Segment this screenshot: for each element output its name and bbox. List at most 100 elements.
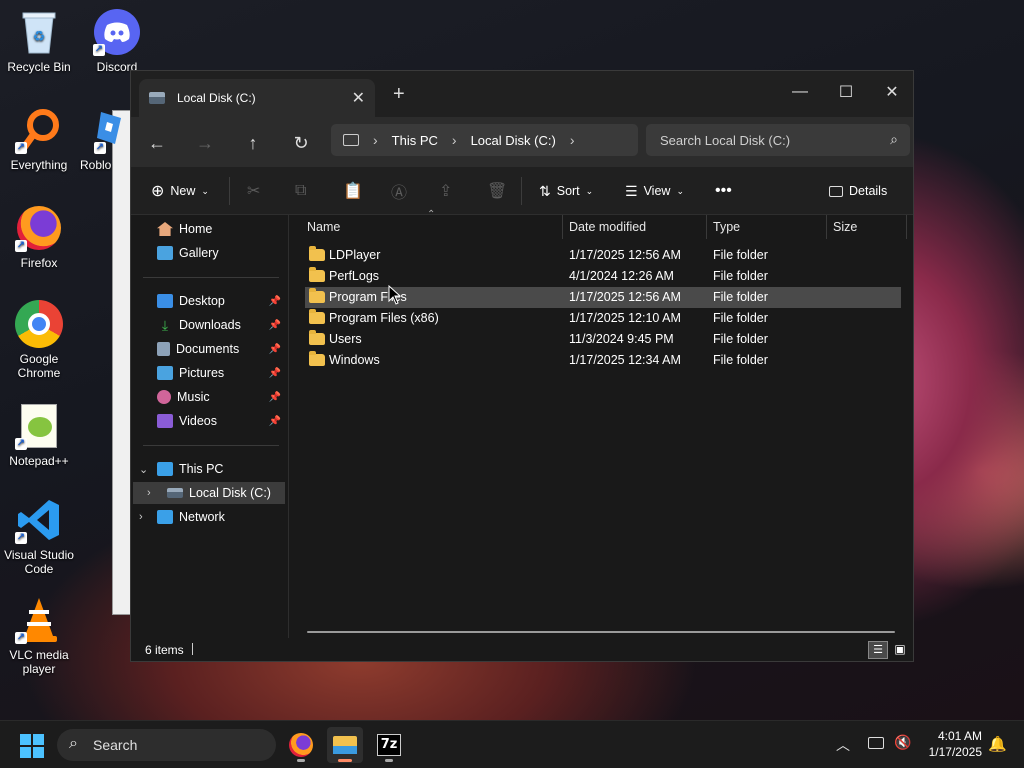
desktop-icon-discord[interactable]: ↗ Discord [77, 8, 157, 74]
network-monitor-icon[interactable] [868, 737, 884, 749]
sidebar-item-documents[interactable]: Documents 📌 [131, 338, 287, 360]
search-input[interactable]: Search Local Disk (C:) ⌕ [646, 124, 910, 156]
notification-bell-icon[interactable]: 🔔 [988, 735, 1007, 753]
file-date: 1/17/2025 12:34 AM [569, 353, 681, 367]
details-view-icon[interactable]: ☰ [868, 641, 888, 659]
chevron-down-icon: ⌄ [201, 185, 209, 196]
file-date: 1/17/2025 12:56 AM [569, 290, 681, 304]
column-divider[interactable] [906, 215, 907, 239]
column-header-date[interactable]: Date modified [569, 215, 646, 239]
column-divider[interactable] [706, 215, 707, 239]
pin-icon[interactable]: 📌 [269, 368, 281, 379]
table-row[interactable]: Program Files 1/17/2025 12:56 AM File fo… [305, 285, 901, 308]
chevron-right-icon[interactable]: › [570, 132, 575, 148]
sidebar-item-this-pc[interactable]: ⌄ This PC [131, 458, 287, 480]
back-arrow-icon[interactable]: ← [145, 131, 169, 155]
pin-icon[interactable]: 📌 [269, 392, 281, 403]
pictures-icon [157, 366, 173, 380]
windows-logo-icon [20, 747, 31, 758]
taskbar-app-7zip[interactable]: 7z [371, 727, 407, 763]
column-header-type[interactable]: Type [713, 215, 740, 239]
chevron-down-icon[interactable]: ⌄ [139, 463, 148, 476]
running-indicator [385, 759, 393, 762]
sidebar-item-network[interactable]: › Network [131, 506, 287, 528]
up-arrow-icon[interactable]: ↑ [241, 131, 265, 155]
desktop-icon-chrome[interactable]: Google Chrome [0, 300, 79, 380]
clock-date: 1/17/2025 [928, 745, 982, 759]
desktop-icon-recycle-bin[interactable]: ♻ Recycle Bin [0, 8, 79, 74]
new-button[interactable]: ⊕ New ⌄ [151, 179, 209, 203]
volume-muted-icon[interactable]: 🔇 [894, 734, 911, 751]
folder-icon [309, 351, 325, 366]
close-window-button[interactable]: ✕ [869, 77, 913, 107]
sidebar-item-desktop[interactable]: Desktop 📌 [131, 290, 287, 312]
pin-icon[interactable]: 📌 [269, 344, 281, 355]
column-divider[interactable] [562, 215, 563, 239]
desktop-icon-everything[interactable]: ↗ Everything [0, 106, 79, 172]
start-button[interactable] [20, 734, 44, 758]
tab-local-disk[interactable]: Local Disk (C:) ✕ [139, 79, 375, 117]
table-row[interactable]: Program Files (x86) 1/17/2025 12:10 AM F… [305, 308, 901, 329]
delete-icon[interactable]: 🗑 [487, 179, 507, 203]
pin-icon[interactable]: 📌 [269, 296, 281, 307]
refresh-icon[interactable]: ↻ [289, 131, 313, 155]
chevron-right-icon[interactable]: › [139, 511, 143, 523]
pin-icon[interactable]: 📌 [269, 416, 281, 427]
navigation-bar: ← → ↑ ↻ › This PC › Local Disk (C:) › Se… [131, 117, 913, 167]
table-row[interactable]: Users 11/3/2024 9:45 PM File folder [305, 329, 901, 350]
copy-icon[interactable]: ⧉ [295, 179, 306, 203]
new-tab-icon[interactable]: + [393, 83, 405, 106]
everything-search-icon: ↗ [15, 106, 63, 154]
column-header-name[interactable]: Name [307, 215, 340, 239]
cut-icon[interactable]: ✂ [247, 179, 260, 203]
details-button[interactable]: Details [829, 179, 887, 203]
taskbar-app-firefox[interactable] [283, 727, 319, 763]
minimize-button[interactable]: — [777, 77, 823, 107]
documents-icon [157, 342, 170, 356]
close-tab-icon[interactable]: ✕ [352, 88, 365, 108]
sidebar-item-home[interactable]: Home [131, 218, 287, 240]
view-button[interactable]: ☰ View ⌄ [625, 179, 684, 203]
maximize-button[interactable]: ☐ [823, 77, 869, 107]
desktop-icon-vscode[interactable]: ↗ Visual Studio Code [0, 496, 79, 576]
rename-icon[interactable]: Ⓐ [391, 179, 407, 203]
sidebar-divider [143, 445, 279, 446]
paste-icon[interactable]: 📋 [343, 179, 363, 203]
column-header-size[interactable]: Size [833, 215, 857, 239]
taskbar-search[interactable]: ⌕ Search [57, 729, 276, 761]
sidebar-item-downloads[interactable]: ⤓ Downloads 📌 [131, 314, 287, 336]
chevron-right-icon[interactable]: › [452, 132, 457, 148]
large-icons-view-icon[interactable]: ▣ [890, 641, 910, 659]
column-divider[interactable] [826, 215, 827, 239]
taskbar-app-file-explorer[interactable] [327, 727, 363, 763]
breadcrumb-local-disk[interactable]: Local Disk (C:) [471, 133, 556, 148]
table-row[interactable]: LDPlayer 1/17/2025 12:56 AM File folder [305, 245, 901, 266]
horizontal-scrollbar[interactable] [307, 631, 895, 633]
chevron-right-icon[interactable]: › [373, 132, 378, 148]
sidebar-item-music[interactable]: Music 📌 [131, 386, 287, 408]
desktop-icon-firefox[interactable]: ↗ Firefox [0, 204, 79, 270]
forward-arrow-icon[interactable]: → [193, 131, 217, 155]
system-clock[interactable]: 4:01 AM 1/17/2025 [929, 728, 982, 760]
sidebar-item-gallery[interactable]: Gallery [131, 242, 287, 264]
sidebar-item-videos[interactable]: Videos 📌 [131, 410, 287, 432]
monitor-icon [343, 134, 359, 146]
desktop-icon-notepadpp[interactable]: ↗ Notepad++ [0, 402, 79, 468]
pin-icon[interactable]: 📌 [269, 320, 281, 331]
share-icon[interactable]: ⇪ [439, 179, 452, 203]
desktop-icon-vlc[interactable]: ↗ VLC media player [0, 596, 79, 676]
sidebar-item-local-disk[interactable]: › Local Disk (C:) [133, 482, 285, 504]
sidebar-item-pictures[interactable]: Pictures 📌 [131, 362, 287, 384]
sort-button[interactable]: ⇅ Sort ⌄ [539, 179, 593, 203]
desktop-icon-roblox[interactable]: ↗ Roblo [78, 106, 128, 172]
chevron-right-icon[interactable]: › [147, 487, 151, 499]
table-row[interactable]: Windows 1/17/2025 12:34 AM File folder [305, 350, 901, 371]
show-hidden-icons-chevron-icon[interactable]: ︿ [836, 735, 850, 755]
table-row[interactable]: PerfLogs 4/1/2024 12:26 AM File folder [305, 266, 901, 287]
address-bar[interactable]: › This PC › Local Disk (C:) › [331, 124, 638, 156]
more-options-icon[interactable]: ••• [715, 179, 732, 203]
file-type: File folder [713, 332, 768, 346]
breadcrumb-this-pc[interactable]: This PC [392, 133, 438, 148]
notepad-plus-plus-icon: ↗ [15, 402, 63, 450]
file-type: File folder [713, 248, 768, 262]
